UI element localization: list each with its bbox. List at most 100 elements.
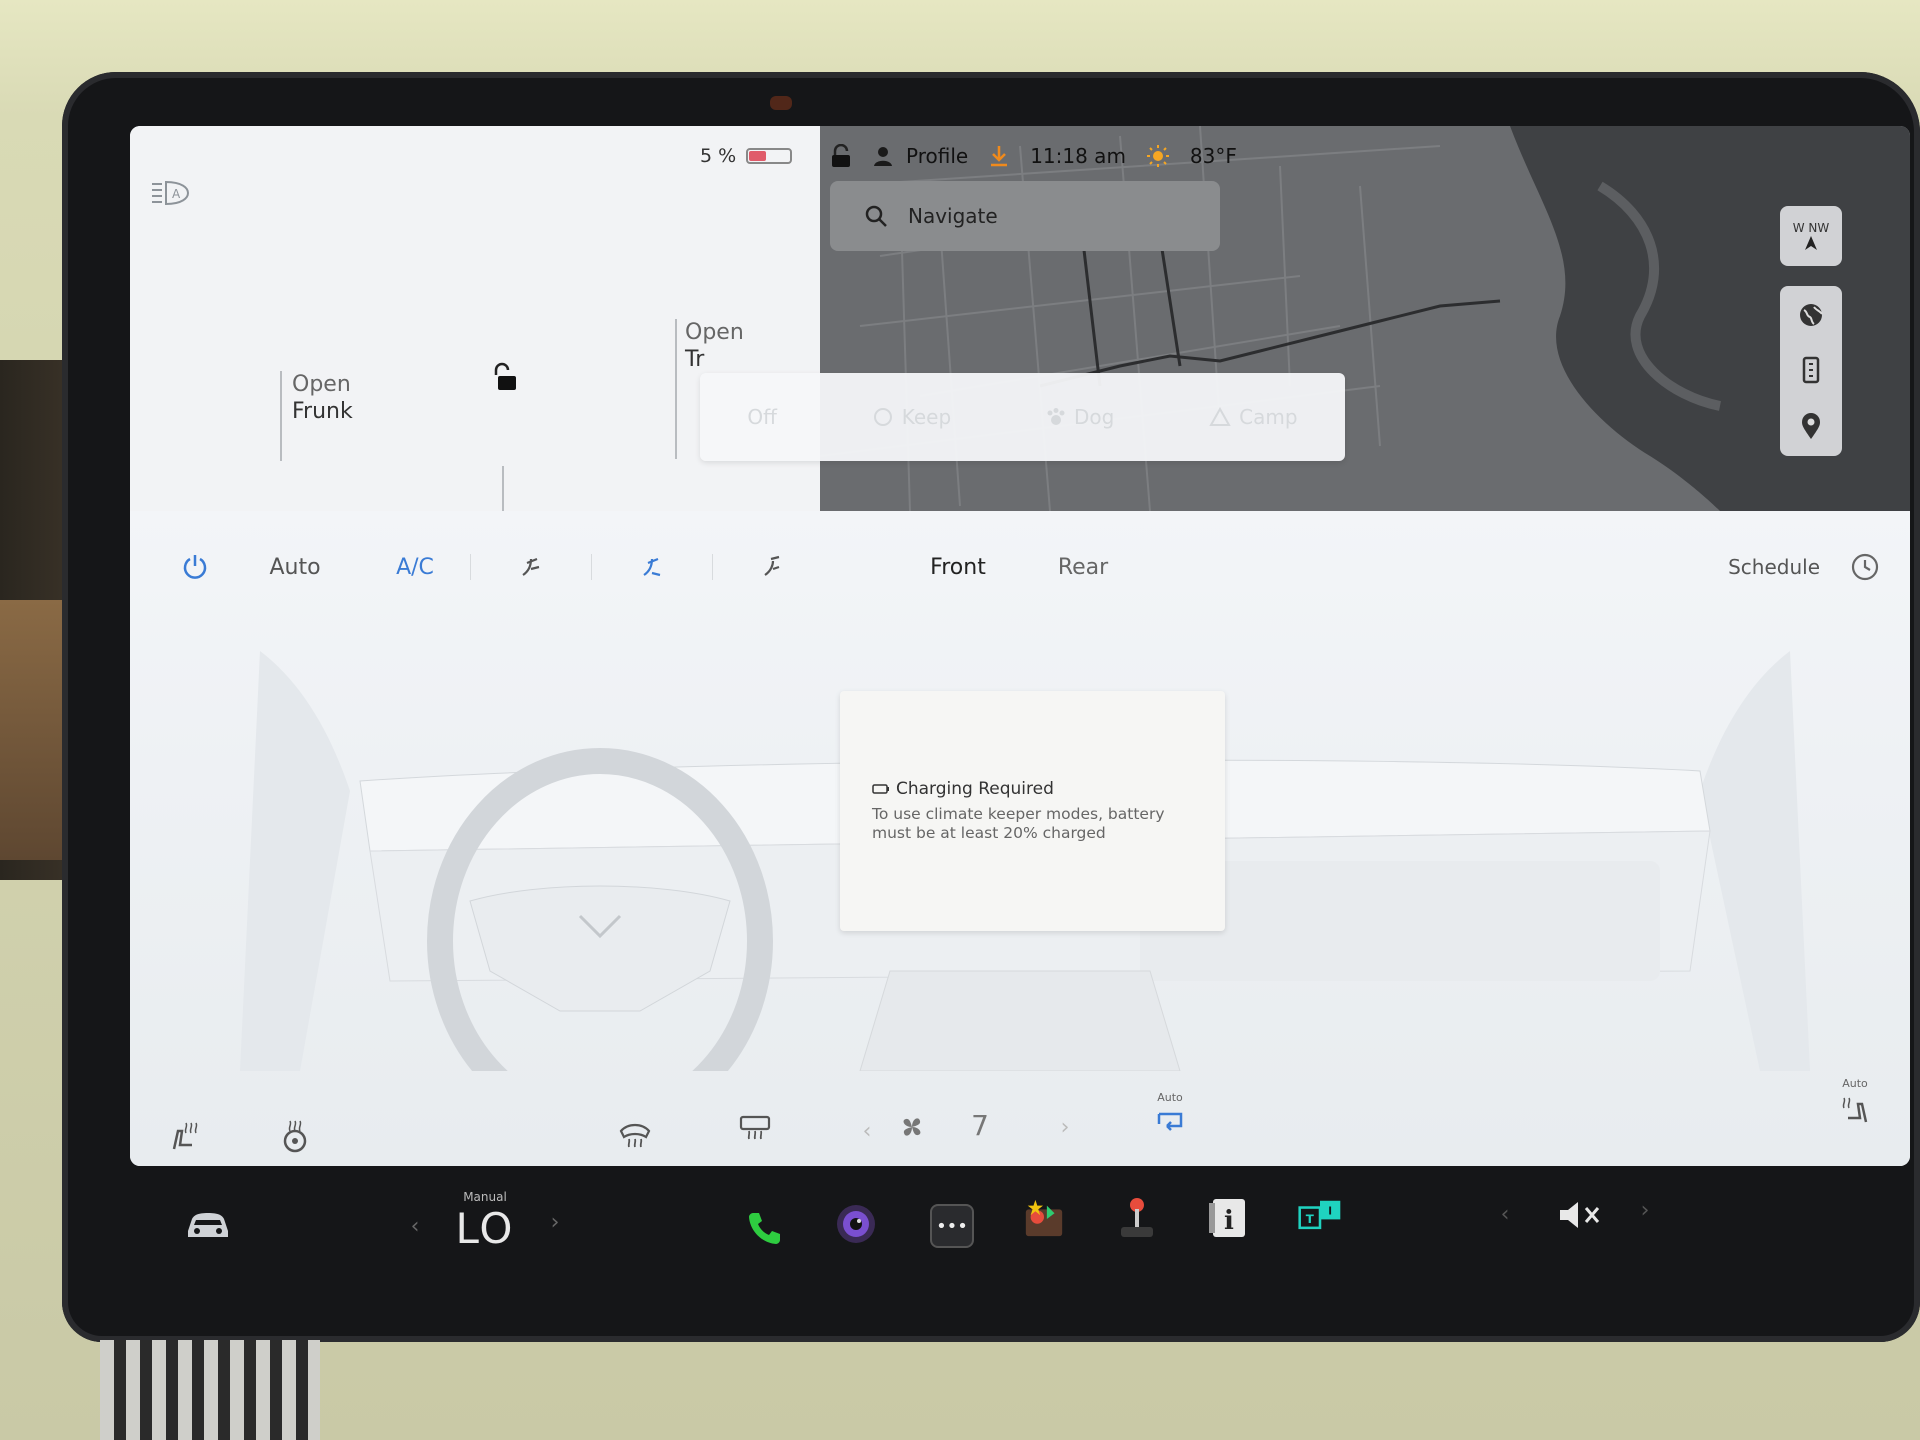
temp-down-chevron[interactable]: ‹ — [400, 1206, 430, 1246]
mode-off[interactable]: Off — [747, 405, 777, 429]
passenger-seat-heater-button[interactable]: Auto — [1830, 1065, 1880, 1135]
theater-icon: TI — [1298, 1200, 1341, 1230]
rear-tab[interactable]: Rear — [1033, 555, 1133, 580]
search-icon — [865, 205, 887, 227]
auto-headlight-icon[interactable]: A — [150, 178, 190, 208]
more-apps-button[interactable]: ••• — [930, 1204, 974, 1248]
unlock-icon[interactable] — [490, 362, 518, 399]
toybox-icon — [1025, 1199, 1063, 1237]
climate-keeper-modes: Off Keep Dog Camp — [700, 373, 1345, 461]
climate-auto-button[interactable]: Auto — [230, 555, 360, 580]
steering-heater-icon — [283, 1120, 307, 1153]
recirculation-button[interactable]: Auto — [1140, 1077, 1200, 1147]
profile-label: Profile — [906, 144, 969, 168]
person-icon — [874, 147, 892, 166]
tent-icon — [1209, 407, 1231, 426]
climate-power-button[interactable] — [160, 552, 230, 582]
svg-text:i: i — [1224, 1206, 1234, 1236]
mute-icon — [1560, 1202, 1600, 1228]
alert-message: To use climate keeper modes, battery mus… — [872, 805, 1165, 842]
battery-status: 5 % — [700, 136, 793, 176]
svg-text:A: A — [172, 187, 181, 201]
theater-app[interactable]: TI — [1298, 1194, 1342, 1238]
fan-decrease-chevron[interactable]: ‹ — [852, 1111, 882, 1151]
charging-required-alert: Charging Required To use climate keeper … — [840, 691, 1225, 931]
clock-icon — [1851, 553, 1879, 581]
frunk-open-label: Open — [292, 372, 351, 397]
profile-button[interactable]: Profile — [872, 144, 968, 168]
power-icon — [183, 555, 207, 579]
temperature-control[interactable]: Manual LO — [435, 1176, 535, 1266]
fan-icon — [873, 408, 892, 426]
car-outline-line — [502, 466, 504, 516]
airflow-face-button[interactable] — [471, 553, 591, 581]
recirculation-icon — [1157, 1112, 1183, 1131]
joystick-icon — [1121, 1198, 1153, 1237]
mode-keep[interactable]: Keep — [872, 405, 951, 429]
sun-icon — [1146, 144, 1170, 168]
clock-time: 11:18 am — [1030, 144, 1126, 168]
schedule-label: Schedule — [1728, 555, 1820, 579]
navigate-search[interactable]: Navigate — [830, 181, 1220, 251]
temp-up-chevron[interactable]: › — [540, 1202, 570, 1242]
seat-heater-icon — [172, 1122, 198, 1150]
battery-icon — [746, 148, 793, 164]
map-tool-stack — [1780, 286, 1842, 456]
front-defrost-button[interactable] — [610, 1109, 660, 1159]
open-frunk-button[interactable]: Open Frunk — [280, 371, 353, 461]
camera-icon — [837, 1205, 875, 1243]
touchscreen: A 5 % Profile 11:18 am 83°F Navigate W N… — [130, 126, 1910, 1166]
seat-heater-icon — [1842, 1097, 1868, 1122]
climate-controls-row: Auto A/C Front Rear Schedule — [160, 537, 1880, 597]
phone-app[interactable] — [742, 1206, 786, 1250]
top-status-bar: Profile 11:18 am 83°F — [830, 136, 1237, 176]
trunk-label: Tr — [685, 347, 705, 372]
camera-app[interactable] — [834, 1202, 878, 1246]
info-book-icon: i — [1209, 1199, 1245, 1237]
more-dots: ••• — [936, 1215, 968, 1237]
rear-defrost-icon — [739, 1115, 771, 1140]
fan-icon — [892, 1107, 932, 1147]
airflow-windshield-button[interactable] — [713, 553, 833, 581]
manual-app[interactable]: i — [1206, 1196, 1250, 1240]
front-tab[interactable]: Front — [883, 555, 1033, 580]
front-defrost-icon — [619, 1123, 651, 1148]
climate-bottom-controls: ‹ 7 › Auto Auto — [130, 1077, 1910, 1166]
car-button[interactable] — [178, 1194, 238, 1254]
phone-icon — [749, 1213, 780, 1244]
mode-camp-label: Camp — [1239, 405, 1298, 429]
fan-increase-chevron[interactable]: › — [1050, 1107, 1080, 1147]
compass-button[interactable]: W NW — [1780, 206, 1842, 266]
volume-up-chevron[interactable]: › — [1630, 1190, 1660, 1230]
driver-seat-heater-button[interactable] — [160, 1111, 210, 1161]
arcade-app[interactable] — [1115, 1196, 1159, 1240]
rear-defrost-button[interactable] — [730, 1103, 780, 1153]
battery-low-icon — [872, 784, 889, 794]
map-controls: W NW — [1780, 206, 1842, 456]
mode-dog[interactable]: Dog — [1046, 405, 1114, 429]
alert-title-row: Charging Required — [872, 779, 1195, 799]
schedule-button[interactable]: Schedule — [1728, 552, 1880, 582]
recirc-auto-label: Auto — [1157, 1090, 1183, 1104]
download-icon[interactable] — [988, 144, 1010, 168]
location-pin-icon[interactable] — [1800, 412, 1822, 440]
lock-status-icon[interactable] — [830, 144, 852, 168]
toybox-app[interactable] — [1022, 1196, 1066, 1240]
seat-auto-label: Auto — [1842, 1076, 1868, 1090]
airflow-feet-button[interactable] — [592, 553, 712, 581]
steering-wheel-heater-button[interactable] — [270, 1111, 320, 1161]
alert-title: Charging Required — [896, 779, 1054, 799]
airflow-face-icon — [522, 557, 540, 576]
airflow-windshield-icon — [764, 555, 780, 576]
globe-icon[interactable] — [1798, 302, 1824, 328]
outside-temperature: 83°F — [1189, 144, 1237, 168]
volume-down-chevron[interactable]: ‹ — [1490, 1194, 1520, 1234]
ac-button[interactable]: A/C — [360, 555, 470, 580]
mode-dog-label: Dog — [1074, 405, 1115, 429]
volume-mute-button[interactable] — [1550, 1190, 1610, 1240]
charger-icon[interactable] — [1801, 356, 1821, 384]
mode-camp[interactable]: Camp — [1209, 405, 1298, 429]
bottom-dock: ‹ Manual LO › ••• i TI ‹ › — [130, 1166, 1910, 1296]
battery-fill — [749, 151, 766, 161]
navigate-placeholder: Navigate — [908, 204, 998, 228]
